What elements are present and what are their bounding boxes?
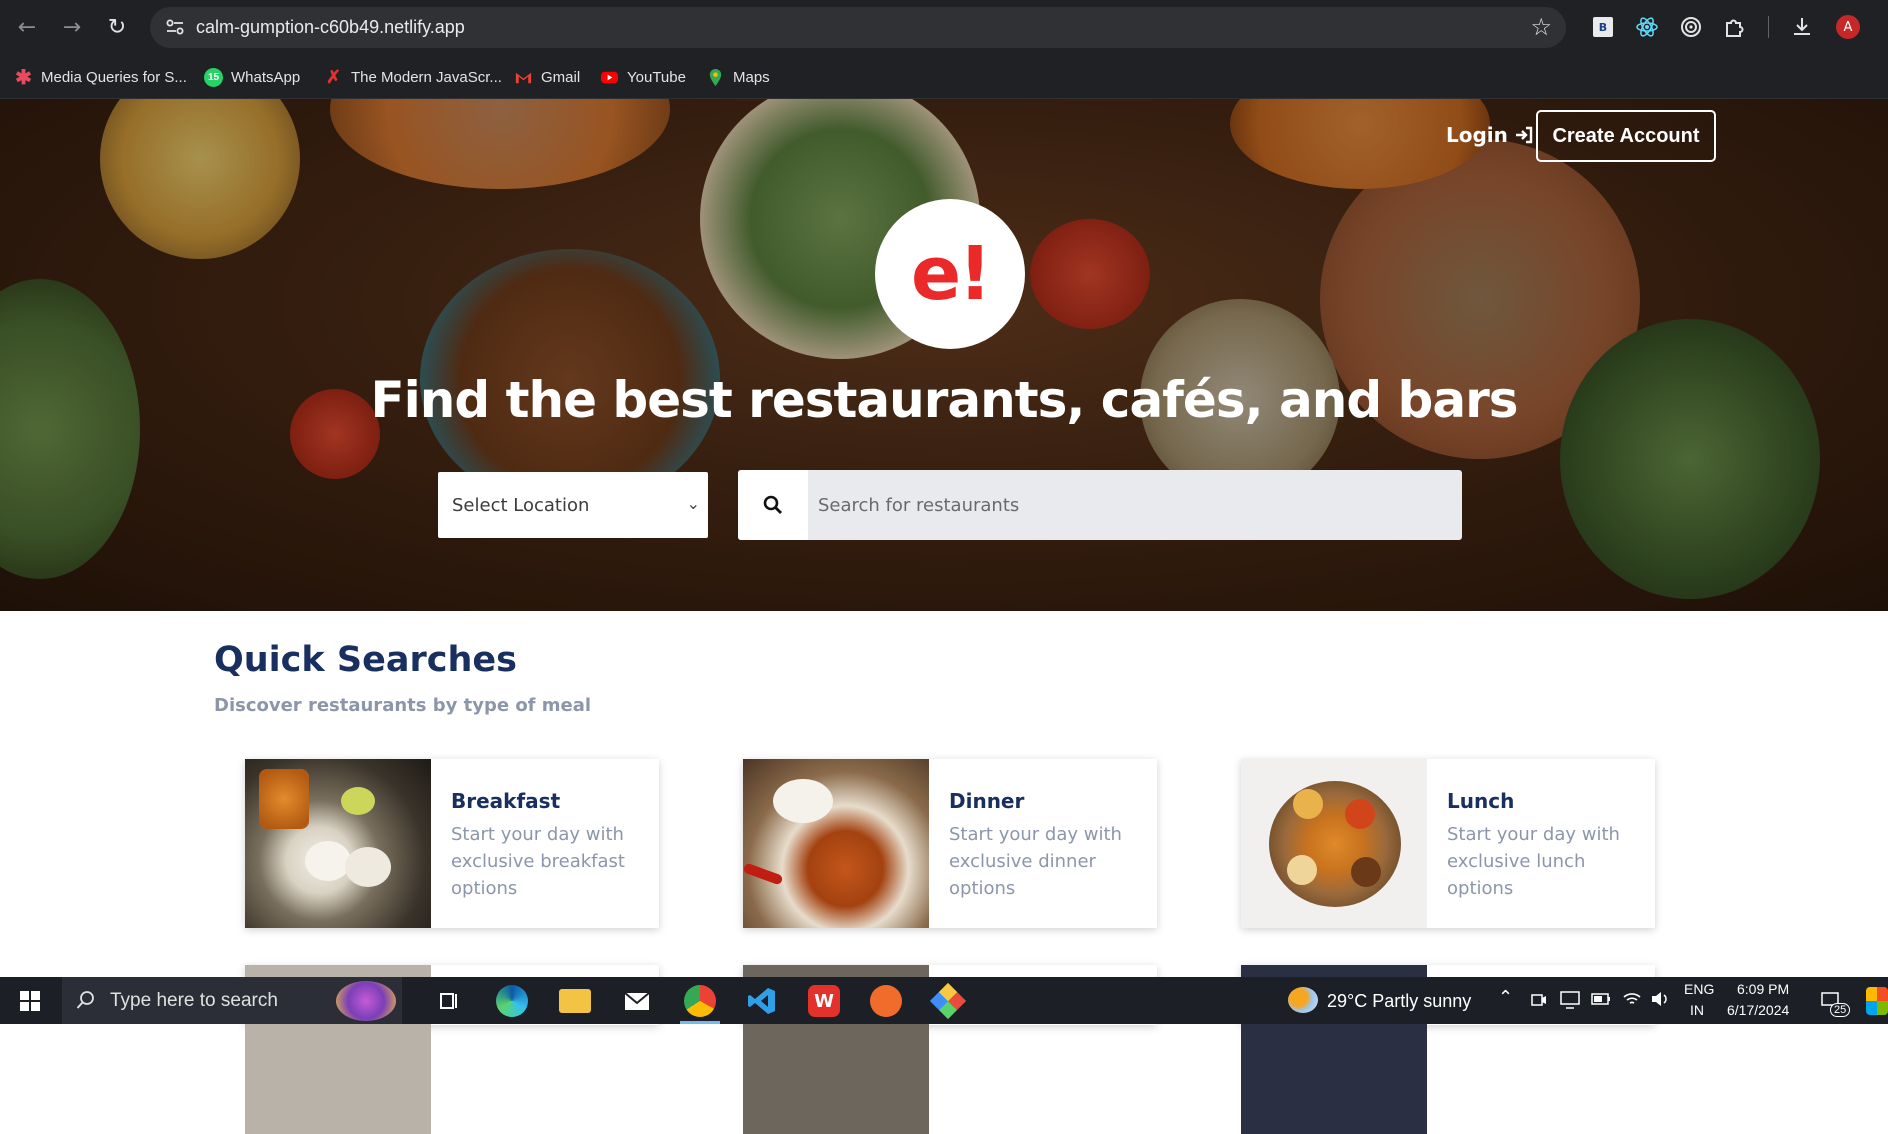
camera-icon[interactable]	[1530, 991, 1548, 1009]
address-bar[interactable]: calm-gumption-c60b49.netlify.app ☆	[150, 7, 1566, 48]
bookmark-media-queries[interactable]: ✱ Media Queries for S...	[14, 64, 187, 90]
reload-icon[interactable]: ↻	[100, 10, 134, 44]
brand-logo: e!	[875, 199, 1025, 349]
javascript-tutorial-icon: ✗	[325, 66, 342, 87]
bookmark-maps[interactable]: Maps	[706, 64, 770, 90]
react-devtools-icon[interactable]	[1634, 14, 1660, 40]
postman-icon[interactable]	[870, 985, 902, 1017]
hero-headline: Find the best restaurants, cafés, and ba…	[370, 371, 1519, 429]
card-description: Start your day with exclusive breakfast …	[451, 824, 625, 899]
meal-card-breakfast[interactable]: Breakfast Start your day with exclusive …	[245, 759, 659, 928]
weather-text[interactable]: 29°C Partly sunny	[1327, 991, 1471, 1012]
taskbar-search-box[interactable]: Type here to search	[62, 977, 402, 1024]
clock-time[interactable]: 6:09 PM	[1737, 981, 1789, 997]
bookmark-label: WhatsApp	[231, 68, 301, 86]
restaurant-search	[738, 470, 1462, 540]
taskbar-search-placeholder: Type here to search	[110, 989, 278, 1011]
language-indicator-top[interactable]: ENG	[1684, 981, 1714, 997]
url-text[interactable]: calm-gumption-c60b49.netlify.app	[196, 17, 465, 38]
wps-office-icon[interactable]: W	[808, 985, 840, 1017]
extension-b-label: B	[1593, 17, 1613, 37]
breakfast-image	[245, 759, 431, 928]
bookmark-label: The Modern JavaScr...	[351, 68, 502, 86]
create-account-button[interactable]: Create Account	[1536, 110, 1716, 162]
search-input[interactable]	[808, 470, 1462, 540]
bookmark-youtube[interactable]: YouTube	[600, 64, 686, 90]
hero-banner: Login Create Account e! Find the best re…	[0, 99, 1888, 611]
bookmark-star-icon[interactable]: ☆	[1530, 13, 1552, 41]
login-label: Login	[1446, 123, 1508, 147]
search-icon	[76, 991, 94, 1009]
bookmark-modern-javascript[interactable]: ✗ The Modern JavaScr...	[324, 64, 502, 90]
gmail-icon	[515, 72, 532, 83]
vscode-icon[interactable]	[746, 985, 778, 1017]
volume-icon[interactable]	[1650, 990, 1670, 1008]
download-icon[interactable]	[1789, 14, 1815, 40]
display-icon[interactable]	[1560, 991, 1580, 1009]
whatsapp-icon: 15	[204, 67, 223, 87]
bookmark-label: Media Queries for S...	[41, 68, 187, 86]
bookmark-whatsapp[interactable]: 15 WhatsApp	[204, 64, 300, 90]
browser-toolbar: ← → ↻ calm-gumption-c60b49.netlify.app ☆…	[0, 0, 1888, 54]
site-settings-icon[interactable]	[164, 16, 186, 38]
lunch-image	[1241, 759, 1427, 928]
chevron-up-icon[interactable]: ⌃	[1498, 987, 1513, 1008]
wifi-icon[interactable]	[1622, 990, 1642, 1008]
windows-taskbar: Type here to search W 29°C Partly sunny …	[0, 977, 1888, 1024]
meal-card-dinner[interactable]: Dinner Start your day with exclusive din…	[743, 759, 1157, 928]
butterfly-widget-icon	[336, 981, 396, 1021]
extensions-puzzle-icon[interactable]	[1722, 14, 1748, 40]
windows-start-icon[interactable]	[20, 991, 40, 1011]
notification-count-badge: 25	[1830, 1003, 1851, 1017]
copilot-icon[interactable]	[1866, 987, 1888, 1015]
chrome-icon[interactable]	[684, 985, 716, 1017]
profile-avatar[interactable]: A	[1836, 15, 1860, 39]
search-icon	[738, 470, 808, 540]
quick-searches-subtitle: Discover restaurants by type of meal	[214, 695, 592, 716]
bookmark-label: YouTube	[627, 68, 686, 86]
card-title: Breakfast	[451, 789, 561, 813]
clock-date[interactable]: 6/17/2024	[1727, 1002, 1789, 1018]
quick-searches-title: Quick Searches	[214, 640, 517, 680]
card-title: Lunch	[1447, 789, 1515, 813]
login-link[interactable]: Login	[1446, 123, 1534, 147]
chevron-down-icon: ⌄	[686, 494, 700, 513]
extension-b-icon[interactable]: B	[1590, 14, 1616, 40]
task-view-icon[interactable]	[433, 985, 465, 1017]
sign-in-icon	[1515, 126, 1533, 144]
youtube-icon	[600, 71, 619, 83]
weather-icon[interactable]	[1288, 987, 1318, 1013]
bookmarks-bar: ✱ Media Queries for S... 15 WhatsApp ✗ T…	[0, 54, 1888, 99]
maps-pin-icon	[709, 68, 722, 86]
bookmark-label: Maps	[733, 68, 770, 86]
asterisk-icon: ✱	[15, 66, 32, 89]
bookmark-gmail[interactable]: Gmail	[514, 64, 580, 90]
location-select-value: Select Location	[452, 494, 590, 516]
forward-arrow-icon[interactable]: →	[55, 10, 89, 44]
dinner-image	[743, 759, 929, 928]
mail-icon[interactable]	[621, 985, 653, 1017]
card-description: Start your day with exclusive lunch opti…	[1447, 824, 1620, 899]
location-select[interactable]: Select Location ⌄	[438, 472, 708, 538]
card-description: Start your day with exclusive dinner opt…	[949, 824, 1122, 899]
meal-card-lunch[interactable]: Lunch Start your day with exclusive lunc…	[1241, 759, 1655, 928]
git-client-icon[interactable]	[929, 982, 967, 1020]
edge-browser-icon[interactable]	[496, 985, 528, 1017]
back-arrow-icon[interactable]: ←	[10, 10, 44, 44]
language-indicator-bottom[interactable]: IN	[1690, 1002, 1704, 1018]
battery-icon[interactable]	[1591, 992, 1611, 1006]
file-explorer-icon[interactable]	[559, 989, 591, 1013]
card-title: Dinner	[949, 789, 1025, 813]
toolbar-divider	[1768, 16, 1769, 38]
target-extension-icon[interactable]	[1678, 14, 1704, 40]
bookmark-label: Gmail	[541, 68, 581, 86]
